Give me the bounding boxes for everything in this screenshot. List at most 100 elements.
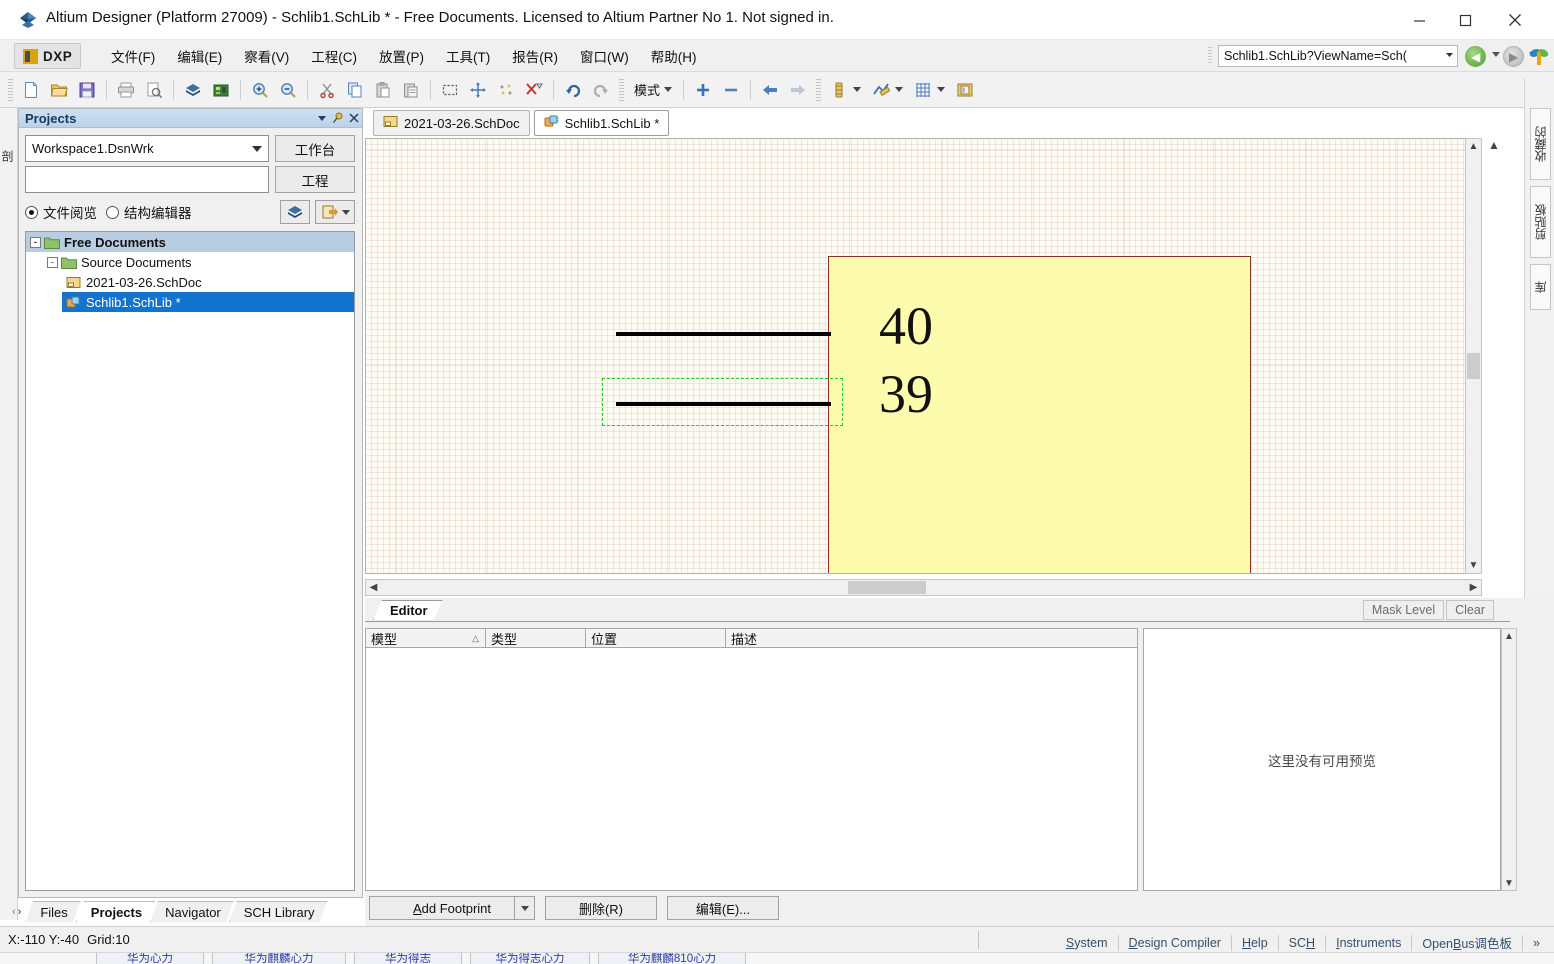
menu-tools[interactable]: 工具(T)	[435, 42, 501, 70]
chevron-down-icon[interactable]	[314, 110, 330, 126]
dxp-menu-button[interactable]: DXP	[14, 43, 82, 69]
viewname-grip[interactable]	[1208, 47, 1212, 65]
status-button-sch[interactable]: SCH	[1279, 932, 1325, 954]
panel-tab-projects[interactable]: Projects	[76, 901, 155, 923]
measure-ruler-icon[interactable]	[867, 77, 895, 103]
move-icon[interactable]	[464, 77, 492, 103]
tree-node-free-documents[interactable]: - Free Documents	[26, 232, 354, 252]
menu-file[interactable]: 文件(F)	[100, 42, 166, 70]
right-tab-library[interactable]: 库	[1530, 264, 1551, 310]
menu-edit[interactable]: 编辑(E)	[166, 42, 233, 70]
project-button[interactable]: 工程	[275, 166, 355, 193]
scroll-right-icon[interactable]: ▶	[1466, 580, 1481, 595]
project-search-input[interactable]	[25, 166, 269, 193]
menu-view[interactable]: 察看(V)	[233, 42, 300, 70]
stack-blue-icon[interactable]	[280, 200, 310, 224]
copy-icon[interactable]	[341, 77, 369, 103]
column-header-description[interactable]: 描述	[726, 629, 1136, 647]
component-icon[interactable]	[825, 77, 853, 103]
taskbar-item[interactable]: 华为得志心力	[470, 953, 590, 964]
taskbar-item[interactable]: 华为麒麟心力	[212, 953, 346, 964]
save-icon[interactable]	[73, 77, 101, 103]
taskbar-item[interactable]: 华为心力	[96, 953, 204, 964]
left-arrow-icon[interactable]	[756, 77, 784, 103]
grid-icon[interactable]	[909, 77, 937, 103]
pin-39-line[interactable]	[618, 402, 831, 406]
maximize-button[interactable]	[1442, 0, 1488, 40]
tree-node-source-documents[interactable]: - Source Documents	[43, 252, 354, 272]
paste-icon[interactable]	[369, 77, 397, 103]
clear-selection-icon[interactable]	[520, 77, 548, 103]
menu-place[interactable]: 放置(P)	[368, 42, 435, 70]
cut-scissors-icon[interactable]	[313, 77, 341, 103]
forward-arrow-icon[interactable]: ▶	[1503, 46, 1524, 67]
editor-tab[interactable]: Editor	[373, 600, 443, 620]
remove-part-button[interactable]	[717, 77, 745, 103]
menu-project[interactable]: 工程(C)	[300, 42, 368, 70]
next-tab-icon[interactable]: ›	[18, 906, 22, 918]
chevron-down-icon[interactable]	[1444, 49, 1455, 63]
menu-reports[interactable]: 报告(R)	[501, 42, 569, 70]
document-tab-schlib[interactable]: Schlib1.SchLib *	[533, 110, 670, 136]
tree-node-schdoc[interactable]: 2021-03-26.SchDoc	[62, 272, 354, 292]
right-tab-favorites[interactable]: 收藏的	[1530, 108, 1551, 180]
open-document-icon[interactable]	[315, 200, 355, 224]
scroll-down-icon[interactable]: ▼	[1466, 558, 1481, 573]
mode-dropdown-button[interactable]: 模式	[628, 77, 678, 102]
status-button-help[interactable]: Help	[1232, 932, 1278, 954]
taskbar-item[interactable]: 华为麒麟810心力	[598, 953, 746, 964]
schematic-canvas[interactable]: 40 39	[365, 138, 1482, 574]
delete-model-button[interactable]: 删除(R)	[545, 896, 657, 920]
undo-icon[interactable]	[559, 77, 587, 103]
pin-icon[interactable]	[330, 110, 346, 126]
add-part-button[interactable]	[689, 77, 717, 103]
panel-tab-sch-library[interactable]: SCH Library	[229, 901, 328, 923]
workspace-combo[interactable]: Workspace1.DsnWrk	[25, 135, 269, 162]
panel-tab-files[interactable]: Files	[25, 901, 80, 923]
viewname-combo[interactable]: Schlib1.SchLib?ViewName=Sch(	[1218, 45, 1458, 67]
measure-dropdown-icon[interactable]	[895, 87, 904, 92]
back-arrow-icon[interactable]: ◀	[1465, 46, 1486, 67]
scroll-up-icon[interactable]: ▲	[1466, 139, 1481, 154]
redo-icon[interactable]	[587, 77, 615, 103]
open-folder-icon[interactable]	[45, 77, 73, 103]
deselect-icon[interactable]	[492, 77, 520, 103]
radio-file-browse[interactable]: 文件阅览	[25, 202, 97, 222]
panel-tab-navigator[interactable]: Navigator	[150, 901, 234, 923]
zoom-out-icon[interactable]	[274, 77, 302, 103]
add-footprint-dropdown-icon[interactable]	[514, 896, 534, 920]
clear-mask-button[interactable]: Clear	[1446, 600, 1494, 620]
close-icon[interactable]	[346, 110, 362, 126]
model-list-body[interactable]	[365, 648, 1138, 891]
mask-level-button[interactable]: Mask Level	[1362, 600, 1445, 620]
status-button-instruments[interactable]: Instruments	[1326, 932, 1411, 954]
taskbar-item[interactable]: 华为得志	[354, 953, 462, 964]
pin-40-line[interactable]	[618, 332, 831, 336]
status-button-system[interactable]: System	[1056, 932, 1118, 954]
preview-vertical-scrollbar[interactable]: ▲ ▼	[1501, 628, 1517, 891]
new-document-icon[interactable]	[17, 77, 45, 103]
library-folder-icon[interactable]	[951, 77, 979, 103]
print-icon[interactable]	[112, 77, 140, 103]
pcb-board-icon[interactable]	[179, 77, 207, 103]
column-header-location[interactable]: 位置	[586, 629, 726, 647]
print-preview-icon[interactable]	[140, 77, 168, 103]
canvas-horizontal-scrollbar[interactable]: ◀ ▶	[365, 579, 1482, 596]
column-header-type[interactable]: 类型	[486, 629, 586, 647]
edit-model-button[interactable]: 编辑(E)...	[667, 896, 779, 920]
prev-tab-icon[interactable]: ‹	[12, 906, 16, 918]
tree-node-schlib[interactable]: Schlib1.SchLib *	[62, 292, 354, 312]
pcb-green-icon[interactable]	[207, 77, 235, 103]
zoom-in-icon[interactable]	[246, 77, 274, 103]
status-button-more[interactable]: »	[1523, 932, 1550, 954]
toolbar-grip[interactable]	[8, 78, 13, 101]
radio-structure-editor[interactable]: 结构编辑器	[106, 202, 192, 222]
column-header-model[interactable]: 模型 △	[366, 629, 486, 647]
document-tab-schdoc[interactable]: 2021-03-26.SchDoc	[373, 110, 530, 136]
add-footprint-button[interactable]: Add Footprint	[369, 896, 535, 920]
panel-tab-scroll[interactable]: ‹ ›	[8, 906, 25, 918]
scroll-left-icon[interactable]: ◀	[366, 580, 381, 595]
vscroll-thumb[interactable]	[1467, 353, 1480, 379]
menu-help[interactable]: 帮助(H)	[640, 42, 708, 70]
status-button-design-compiler[interactable]: Design Compiler	[1119, 932, 1231, 954]
